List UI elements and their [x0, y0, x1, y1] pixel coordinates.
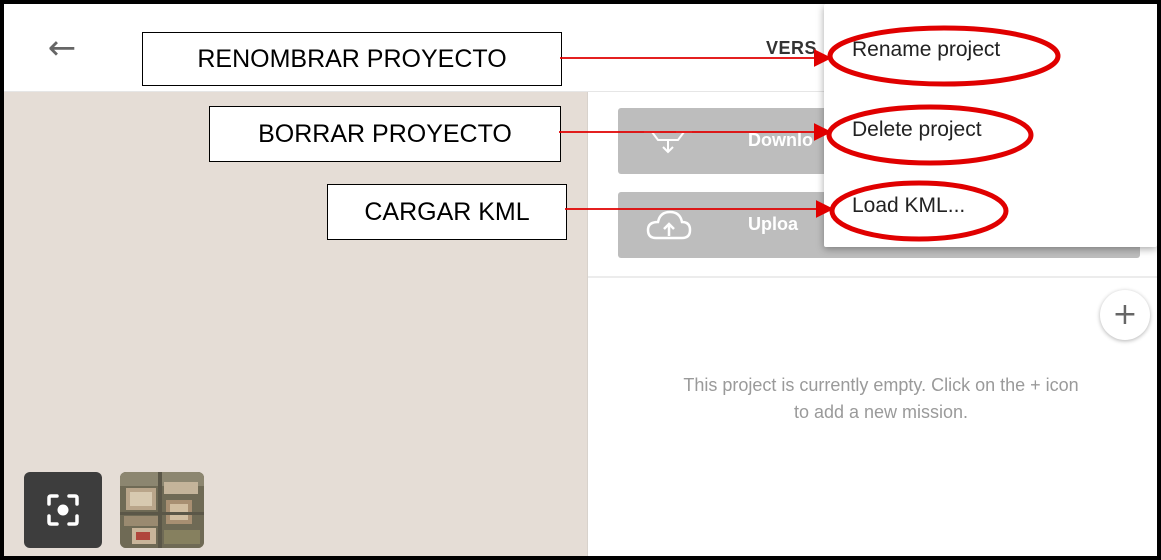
project-options-menu: Rename project Delete project Load KML..…	[824, 4, 1157, 247]
empty-project-message: This project is currently empty. Click o…	[606, 372, 1156, 426]
panel-divider	[588, 276, 1157, 278]
satellite-layer-thumbnail[interactable]	[120, 472, 204, 548]
empty-message-line-1: This project is currently empty. Click o…	[683, 375, 1079, 395]
back-arrow-icon[interactable]: ←	[40, 30, 84, 66]
menu-item-rename-project[interactable]: Rename project	[852, 38, 1000, 62]
annotation-load-kml: CARGAR KML	[327, 184, 567, 240]
menu-item-load-kml[interactable]: Load KML...	[852, 194, 965, 218]
download-button-label: Downlo	[748, 130, 813, 150]
add-mission-button[interactable]: +	[1100, 290, 1150, 340]
upload-button-label: Uploa	[748, 214, 799, 234]
cloud-upload-icon	[638, 204, 698, 246]
annotation-delete: BORRAR PROYECTO	[209, 106, 561, 162]
menu-item-delete-project[interactable]: Delete project	[852, 118, 982, 142]
plus-icon: +	[1112, 297, 1138, 332]
empty-message-line-2: to add a new mission.	[793, 402, 969, 422]
version-label: VERS	[766, 38, 818, 58]
app-frame: ← VERS Downlo Uploa + This project is cu…	[0, 0, 1161, 560]
recenter-button[interactable]	[24, 472, 102, 548]
drone-download-icon	[638, 120, 698, 162]
annotation-rename: RENOMBRAR PROYECTO	[142, 32, 562, 86]
focus-target-icon	[47, 494, 79, 526]
satellite-image	[120, 472, 204, 548]
